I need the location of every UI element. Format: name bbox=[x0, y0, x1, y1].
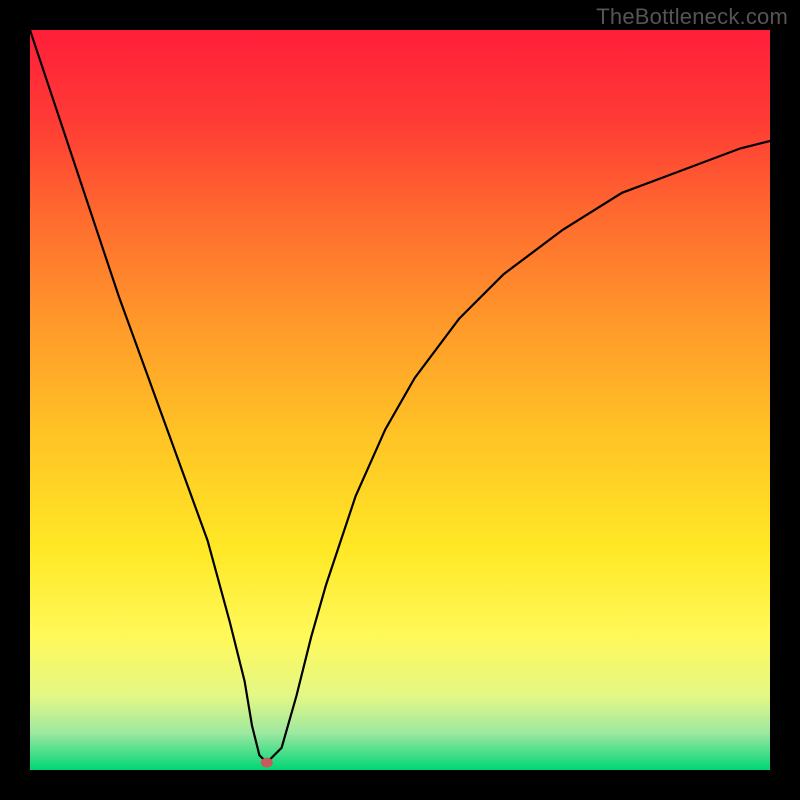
optimum-marker bbox=[261, 758, 273, 768]
chart-frame: TheBottleneck.com bbox=[0, 0, 800, 800]
gradient-background bbox=[30, 30, 770, 770]
chart-svg bbox=[30, 30, 770, 770]
plot-area bbox=[30, 30, 770, 770]
watermark-text: TheBottleneck.com bbox=[596, 4, 788, 30]
